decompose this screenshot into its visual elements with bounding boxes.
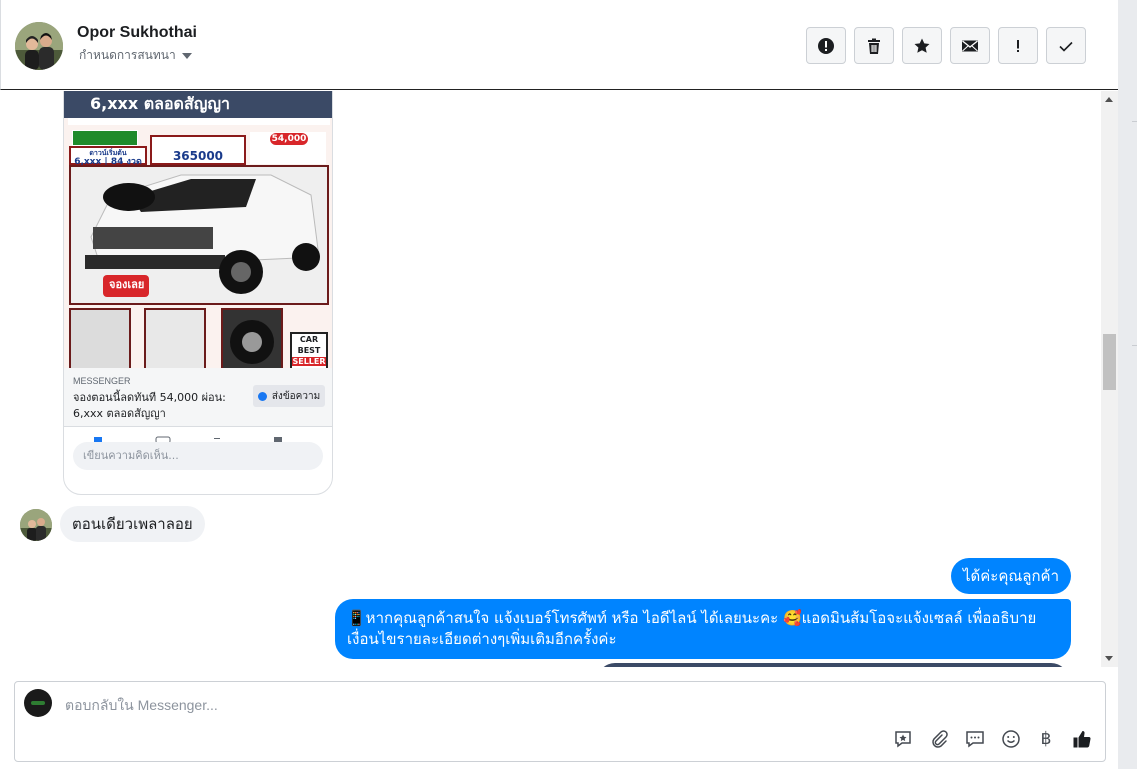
- truck-photo: จองเลย: [69, 165, 329, 305]
- thumbs-up-icon: [1073, 731, 1091, 748]
- ad-discount-area: 54,000: [250, 132, 326, 164]
- message-thread[interactable]: 6,xxx ตลอดสัญญา ดาวน์เริ่มต้น 6,xxx | 84 …: [0, 91, 1101, 667]
- ad-thumb-3: [221, 308, 283, 376]
- caret-down-icon: [181, 52, 192, 59]
- mark-done-button[interactable]: [1046, 27, 1086, 64]
- contact-name[interactable]: Opor Sukhothai: [77, 24, 197, 42]
- outgoing-attachment-preview[interactable]: [597, 663, 1069, 667]
- ad-thumb-2: [144, 308, 206, 376]
- assign-conversation-label: กำหนดการสนทนา: [79, 48, 176, 62]
- ad-discount-pill: 54,000: [270, 133, 308, 145]
- post-meta: MESSENGER จองตอนนี้ลดทันที 54,000 ผ่อน: …: [64, 368, 332, 426]
- ad-badge: จองเลย: [109, 278, 145, 291]
- messenger-icon: [257, 391, 267, 401]
- inbox-frame: Opor Sukhothai กำหนดการสนทนา 6,xxx ตลอดส…: [0, 0, 1118, 769]
- page-avatar: [24, 689, 52, 717]
- shared-post-card[interactable]: 6,xxx ตลอดสัญญา ดาวน์เริ่มต้น 6,xxx | 84 …: [63, 91, 333, 495]
- send-message-label: ส่งข้อความ: [271, 390, 321, 402]
- feedback-button[interactable]: [892, 728, 914, 750]
- post-source: MESSENGER: [73, 376, 131, 386]
- ad-green-tag: [72, 130, 138, 146]
- scroll-down-arrow-icon[interactable]: [1105, 656, 1113, 661]
- trash-icon: [868, 38, 880, 54]
- ad-banner-top: 6,xxx ตลอดสัญญา: [64, 91, 332, 118]
- edge-divider: [1132, 121, 1137, 122]
- edge-divider: [1132, 345, 1137, 346]
- delete-button[interactable]: [854, 27, 894, 64]
- attach-button[interactable]: [928, 728, 950, 750]
- contact-avatar[interactable]: [15, 22, 63, 70]
- post-text: จองตอนนี้ลดทันที 54,000 ผ่อน: 6,xxx ตลอด…: [73, 391, 226, 420]
- sender-avatar: [20, 509, 52, 541]
- ad-price-value: 365000: [172, 149, 224, 163]
- outgoing-message[interactable]: 📱หากคุณลูกค้าสนใจ แจ้งเบอร์โทรศัพท์ หรือ…: [335, 599, 1071, 659]
- like-button[interactable]: [1071, 728, 1093, 750]
- emoji-button[interactable]: [1000, 728, 1022, 750]
- seller-line-3: SELLER: [292, 357, 326, 366]
- saved-replies-button[interactable]: [964, 728, 986, 750]
- envelope-icon: [962, 39, 978, 51]
- payment-button[interactable]: ฿: [1035, 728, 1057, 750]
- star-icon: [914, 38, 930, 53]
- scrollbar-thumb[interactable]: [1103, 334, 1116, 390]
- follow-up-button[interactable]: [998, 27, 1038, 64]
- ad-price-box: 365000: [150, 135, 246, 165]
- saved-replies-icon: [966, 731, 984, 748]
- reply-input[interactable]: [63, 692, 867, 718]
- seller-line-1: CAR: [299, 335, 319, 344]
- feedback-icon: [895, 731, 911, 748]
- send-message-button[interactable]: ส่งข้อความ: [253, 385, 325, 407]
- emoji-icon: [1002, 730, 1020, 748]
- mark-spam-button[interactable]: [806, 27, 846, 64]
- baht-icon: ฿: [1040, 729, 1052, 749]
- ad-down-label: ดาวน์เริ่มต้น: [89, 149, 127, 157]
- ad-monthly-box: ดาวน์เริ่มต้น 6,xxx | 84 งวด: [69, 146, 147, 167]
- page-edge: [1118, 0, 1137, 769]
- seller-line-2: BEST: [297, 346, 321, 355]
- post-reactions-row: [64, 426, 332, 444]
- ad-banner-text: 6,xxx ตลอดสัญญา: [90, 94, 230, 113]
- reply-composer: ฿: [14, 681, 1106, 762]
- scroll-up-arrow-icon[interactable]: [1105, 97, 1113, 102]
- check-icon: [1059, 41, 1073, 52]
- comment-input[interactable]: เขียนความคิดเห็น...: [73, 442, 323, 470]
- outgoing-message[interactable]: ได้ค่ะคุณลูกค้า: [950, 558, 1071, 594]
- mark-unread-button[interactable]: [950, 27, 990, 64]
- ad-thumb-1: [69, 308, 131, 376]
- alert-icon: [818, 37, 834, 54]
- star-button[interactable]: [902, 27, 942, 64]
- attachment-icon: [932, 730, 948, 748]
- ad-image[interactable]: ดาวน์เริ่มต้น 6,xxx | 84 งวด 365000 54,00…: [64, 118, 332, 376]
- incoming-message[interactable]: ตอนเดียวเพลาลอย: [60, 506, 205, 542]
- exclamation-icon: [1017, 39, 1019, 52]
- conversation-header: Opor Sukhothai กำหนดการสนทนา: [0, 0, 1118, 90]
- thread-scrollbar[interactable]: [1101, 91, 1118, 667]
- assign-conversation-dropdown[interactable]: กำหนดการสนทนา: [79, 46, 192, 65]
- ad-header-strip: [68, 118, 330, 125]
